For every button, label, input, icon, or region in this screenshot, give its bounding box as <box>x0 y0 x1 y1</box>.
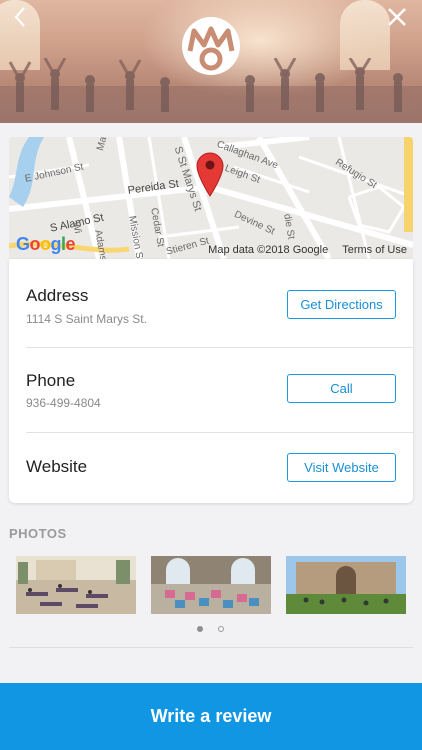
photo-thumbnail[interactable] <box>286 556 406 614</box>
write-review-button[interactable]: Write a review <box>0 683 422 750</box>
phone-row: Phone 936-499-4804 Call <box>9 348 413 433</box>
chevron-left-icon <box>14 7 25 27</box>
close-button[interactable] <box>382 2 412 32</box>
street-label: Wi <box>70 221 84 235</box>
photo-thumbnail[interactable] <box>151 556 271 614</box>
hero-banner <box>0 0 422 123</box>
contact-info-card: Address 1114 S Saint Marys St. Get Direc… <box>9 259 413 503</box>
brand-logo-icon <box>182 17 240 75</box>
address-row: Address 1114 S Saint Marys St. Get Direc… <box>9 259 413 348</box>
terms-of-use-link[interactable]: Terms of Use <box>342 244 407 256</box>
phone-value: 936-499-4804 <box>26 396 101 410</box>
photos-section-label: PHOTOS <box>9 526 67 541</box>
website-title: Website <box>26 457 88 476</box>
back-button[interactable] <box>5 2 35 32</box>
call-button[interactable]: Call <box>287 374 396 403</box>
map-pin-icon[interactable] <box>195 151 225 197</box>
photo-page-indicator[interactable] <box>197 626 224 632</box>
page-dot-active[interactable] <box>197 626 203 632</box>
map-data-credit: Map data ©2018 Google <box>208 244 329 256</box>
photo-yoga-courtyard <box>16 556 136 614</box>
website-row: Website Visit Website <box>9 433 413 503</box>
location-map[interactable]: Callaghan Ave Mao Leigh St Refugio St S … <box>9 137 413 259</box>
google-logo: Google <box>16 234 76 254</box>
get-directions-button[interactable]: Get Directions <box>287 290 396 319</box>
photo-thumbnail[interactable] <box>16 556 136 614</box>
address-value: 1114 S Saint Marys St. <box>26 312 147 326</box>
photo-yoga-arches <box>151 556 271 614</box>
section-divider <box>9 647 413 648</box>
map-attribution: Map data ©2018 Google Terms of Use <box>208 244 407 256</box>
address-title: Address <box>26 286 89 305</box>
phone-title: Phone <box>26 371 76 390</box>
photo-mission-lawn <box>286 556 406 614</box>
page-dot[interactable] <box>218 626 224 632</box>
close-icon <box>388 8 406 26</box>
visit-website-button[interactable]: Visit Website <box>287 453 396 482</box>
